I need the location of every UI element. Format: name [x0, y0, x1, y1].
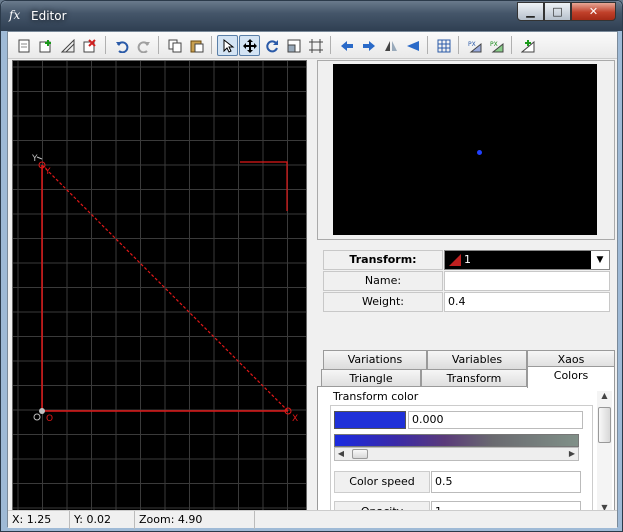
reference-triangle-edge: [36, 156, 43, 160]
toolbar-separator: [158, 36, 159, 54]
status-zoom: Zoom: 4.90: [135, 511, 255, 529]
name-field[interactable]: [444, 271, 610, 291]
color-scrollbar-thumb[interactable]: [352, 449, 368, 459]
toolbar-separator: [427, 36, 428, 54]
select-icon[interactable]: [217, 35, 238, 56]
tab-colors[interactable]: Colors: [527, 366, 615, 388]
status-x: X: 1.25: [8, 511, 70, 529]
app-icon: fx: [9, 8, 21, 22]
pre-transform-icon[interactable]: PX: [464, 35, 485, 56]
grid-icon[interactable]: [433, 35, 454, 56]
tab-variations[interactable]: Variations: [323, 350, 427, 369]
minimize-button[interactable]: ▁: [517, 2, 544, 21]
svg-text:PX: PX: [490, 41, 498, 48]
color-speed-row: Color speed 0.5: [334, 471, 584, 493]
transform-label: Transform:: [323, 250, 443, 270]
triangle-x-label: X: [292, 414, 298, 424]
flame-preview: [333, 64, 597, 235]
flip-horizontal-icon[interactable]: [380, 35, 401, 56]
rotate-icon[interactable]: [261, 35, 282, 56]
flip-vertical-icon[interactable]: [402, 35, 423, 56]
close-button[interactable]: ✕: [571, 2, 616, 21]
title-bar[interactable]: fx Editor ▁ □ ✕: [1, 1, 622, 31]
toolbar: PX PX: [8, 32, 617, 59]
scale-icon[interactable]: [283, 35, 304, 56]
color-value-field[interactable]: 0.000: [408, 411, 583, 429]
post-transform-icon[interactable]: PX: [486, 35, 507, 56]
color-speed-field[interactable]: 0.5: [431, 471, 581, 493]
triangle-editor-canvas[interactable]: Y O X Y: [12, 60, 307, 516]
toolbar-separator: [211, 36, 212, 54]
color-gradient-bar[interactable]: [334, 434, 579, 447]
triangle-y-label: Y: [44, 167, 51, 177]
paste-icon[interactable]: [186, 35, 207, 56]
chevron-down-icon[interactable]: ▼: [591, 251, 609, 269]
name-row: Name:: [323, 271, 610, 291]
status-y: Y: 0.02: [70, 511, 135, 529]
toolbar-separator: [105, 36, 106, 54]
copy-icon[interactable]: [164, 35, 185, 56]
name-label: Name:: [323, 271, 443, 291]
tab-variables[interactable]: Variables: [427, 350, 527, 369]
reference-y-label: Y: [31, 154, 38, 164]
preview-point: [477, 150, 482, 155]
move-icon[interactable]: [239, 35, 260, 56]
chevron-up-icon[interactable]: ▲: [597, 391, 612, 403]
right-panel: Transform: 1 ▼ Name: Weight: 0.4 Variati…: [317, 60, 615, 517]
delete-icon[interactable]: [79, 35, 100, 56]
triangle-o-label: O: [46, 414, 53, 424]
weight-label: Weight:: [323, 292, 443, 312]
flip-left-icon[interactable]: [336, 35, 357, 56]
color-swatch[interactable]: [334, 411, 406, 429]
weight-row: Weight: 0.4: [323, 292, 610, 312]
duplicate-icon[interactable]: [57, 35, 78, 56]
toolbar-separator: [511, 36, 512, 54]
reference-origin-marker: [33, 413, 41, 421]
transform-select-value: 1: [464, 253, 471, 266]
preview-frame: [317, 60, 615, 240]
canvas-drawing: Y O X Y: [13, 61, 306, 515]
client-area: PX PX Y O X Y Transform: 1 ▼ Name: Weight: …: [7, 31, 618, 529]
new-icon[interactable]: [13, 35, 34, 56]
triangle-origin-point: [39, 408, 45, 414]
chevron-right-icon[interactable]: ▶: [566, 448, 578, 460]
colors-tab-panel: Transform color 0.000 ◀ ▶ Color speed 0.…: [317, 386, 615, 517]
editor-window: fx Editor ▁ □ ✕ PX PX Y O X Y Transform:…: [0, 0, 623, 532]
chevron-left-icon[interactable]: ◀: [335, 448, 347, 460]
transform-color-title: Transform color: [333, 390, 419, 403]
transform-row: Transform: 1 ▼: [323, 250, 610, 270]
weight-field[interactable]: 0.4: [444, 292, 610, 312]
triangle-color-icon: [449, 254, 461, 266]
maximize-button[interactable]: □: [544, 2, 571, 21]
add-transform-icon[interactable]: [35, 35, 56, 56]
undo-icon[interactable]: [111, 35, 132, 56]
toolbar-separator: [458, 36, 459, 54]
svg-text:PX: PX: [468, 41, 476, 48]
fit-icon[interactable]: [305, 35, 326, 56]
panel-scrollbar-thumb[interactable]: [598, 407, 611, 443]
window-title: Editor: [31, 9, 67, 23]
window-controls: ▁ □ ✕: [517, 2, 616, 21]
color-scrollbar[interactable]: ◀ ▶: [334, 447, 579, 461]
status-bar: X: 1.25 Y: 0.02 Zoom: 4.90: [8, 510, 617, 529]
color-speed-label: Color speed: [334, 471, 430, 493]
toolbar-separator: [330, 36, 331, 54]
transform-select[interactable]: 1 ▼: [444, 250, 610, 270]
panel-scrollbar[interactable]: ▲ ▼: [597, 391, 612, 515]
flip-right-icon[interactable]: [358, 35, 379, 56]
reset-icon[interactable]: [517, 35, 538, 56]
redo-icon[interactable]: [133, 35, 154, 56]
